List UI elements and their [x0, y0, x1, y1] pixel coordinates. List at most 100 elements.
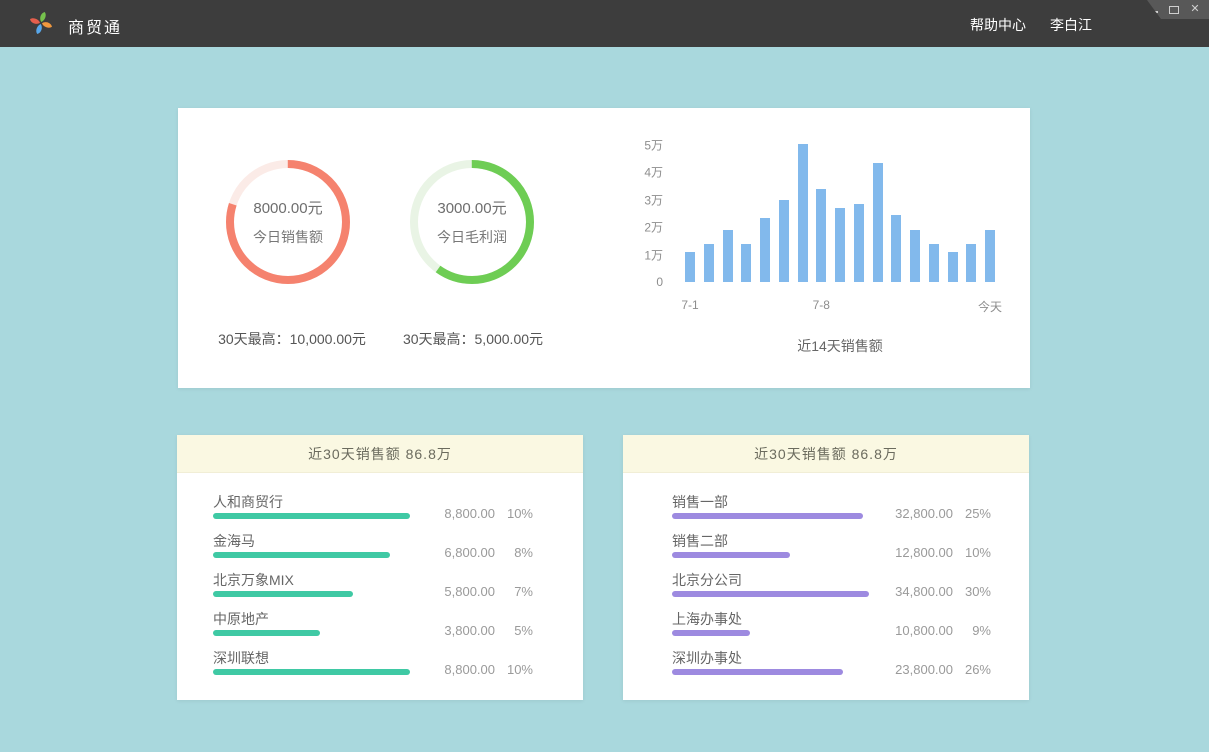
item-label: 销售二部 — [672, 531, 728, 551]
pinwheel-logo-icon — [27, 9, 55, 37]
item-value: 8,800.0010% — [423, 506, 533, 521]
bar — [891, 215, 901, 282]
item-amount: 6,800.00 — [423, 545, 495, 560]
item-label: 北京万象MIX — [213, 570, 294, 590]
bar — [741, 244, 751, 282]
maximize-button[interactable] — [1168, 4, 1180, 16]
close-icon: ✕ — [1190, 4, 1199, 15]
y-tick-label: 5万 — [644, 137, 663, 154]
bar — [985, 230, 995, 282]
item-label: 中原地产 — [213, 609, 269, 629]
item-percent: 10% — [495, 662, 533, 677]
donut-center-text: 3000.00元 今日毛利润 — [422, 172, 522, 272]
y-tick-label: 0 — [656, 275, 663, 289]
item-value: 23,800.0026% — [881, 662, 991, 677]
list-item: 销售一部 32,800.0025% — [623, 489, 1029, 528]
list-item: 中原地产 3,800.005% — [177, 606, 583, 645]
item-bar — [213, 513, 410, 519]
item-value: 8,800.0010% — [423, 662, 533, 677]
bar — [760, 218, 770, 282]
list-item: 销售二部 12,800.0010% — [623, 528, 1029, 567]
item-value: 12,800.0010% — [881, 545, 991, 560]
item-bar — [213, 591, 353, 597]
item-bar — [213, 552, 390, 558]
item-amount: 8,800.00 — [423, 662, 495, 677]
bar — [816, 189, 826, 282]
minimize-icon — [1148, 11, 1158, 13]
item-label: 深圳办事处 — [672, 648, 742, 668]
maximize-icon — [1169, 6, 1179, 14]
item-bar — [672, 591, 869, 597]
y-tick-label: 4万 — [644, 164, 663, 181]
item-bar — [672, 669, 843, 675]
user-name-link[interactable]: 李白江 — [1050, 15, 1092, 35]
sales-30d-customers-card: 近30天销售额 86.8万 人和商贸行8,800.0010%金海马6,800.0… — [177, 435, 583, 700]
customers-card-title: 近30天销售额 86.8万 — [177, 435, 583, 473]
item-amount: 34,800.00 — [881, 584, 953, 599]
item-percent: 5% — [495, 623, 533, 638]
donut-center-text: 8000.00元 今日销售额 — [238, 172, 338, 272]
bar — [685, 252, 695, 282]
x-tick-label: 今天 — [978, 298, 1002, 315]
item-amount: 5,800.00 — [423, 584, 495, 599]
item-bar — [213, 669, 410, 675]
departments-list: 销售一部 32,800.0025% 销售二部 12,800.0010% 北京分公司 34,… — [623, 473, 1029, 684]
x-tick-label: 7-1 — [681, 298, 698, 312]
item-value: 6,800.008% — [423, 545, 533, 560]
today-sales-label: 今日销售额 — [253, 227, 323, 247]
bar — [873, 163, 883, 282]
help-center-link[interactable]: 帮助中心 — [970, 15, 1026, 35]
bar-chart-caption: 近14天销售额 — [685, 336, 995, 356]
close-button[interactable]: ✕ — [1189, 4, 1201, 16]
today-profit-30d-max: 30天最高：5,000.00元 — [363, 329, 583, 349]
today-profit-donut: 3000.00元 今日毛利润 — [410, 160, 534, 284]
app-title: 商贸通 — [68, 14, 122, 38]
item-amount: 3,800.00 — [423, 623, 495, 638]
minimize-button[interactable] — [1147, 4, 1159, 16]
list-item: 人和商贸行 8,800.0010% — [177, 489, 583, 528]
y-tick-label: 3万 — [644, 191, 663, 208]
bar — [798, 144, 808, 282]
bar-chart-x-axis: 7-17-8今天 — [685, 298, 995, 314]
bar — [704, 244, 714, 282]
item-value: 34,800.0030% — [881, 584, 991, 599]
item-bar — [672, 630, 750, 636]
customers-list: 人和商贸行8,800.0010%金海马6,800.008%北京万象MIX5,80… — [177, 473, 583, 684]
item-percent: 10% — [953, 545, 991, 560]
sales-30d-departments-card: 近30天销售额 86.8万 销售一部32,800.0025%销售二部12,800… — [623, 435, 1029, 700]
item-percent: 9% — [953, 623, 991, 638]
list-item: 上海办事处10,800.009% — [623, 606, 1029, 645]
item-percent: 30% — [953, 584, 991, 599]
window-controls: ✕ — [1147, 0, 1209, 19]
item-amount: 32,800.00 — [881, 506, 953, 521]
item-percent: 8% — [495, 545, 533, 560]
item-label: 深圳联想 — [213, 648, 269, 668]
topbar-nav: 帮助中心 李白江 — [970, 15, 1092, 35]
item-percent: 10% — [495, 506, 533, 521]
item-label: 销售一部 — [672, 492, 728, 512]
today-sales-value: 8000.00元 — [253, 197, 322, 218]
item-value: 5,800.007% — [423, 584, 533, 599]
bar — [929, 244, 939, 282]
item-amount: 12,800.00 — [881, 545, 953, 560]
topbar: 商贸通 帮助中心 李白江 ✕ — [0, 0, 1209, 47]
today-sales-donut: 8000.00元 今日销售额 — [226, 160, 350, 284]
item-label: 人和商贸行 — [213, 492, 283, 512]
item-label: 上海办事处 — [672, 609, 742, 629]
item-percent: 25% — [953, 506, 991, 521]
bar-chart-bars — [685, 145, 995, 282]
sales-14d-bar-chart: 5万4万3万2万1万0 7-17-8今天 近14天销售额 — [630, 145, 995, 345]
item-value: 3,800.005% — [423, 623, 533, 638]
item-label: 北京分公司 — [672, 570, 742, 590]
item-bar — [213, 630, 320, 636]
item-amount: 23,800.00 — [881, 662, 953, 677]
y-tick-label: 2万 — [644, 219, 663, 236]
today-profit-label: 今日毛利润 — [437, 227, 507, 247]
list-item: 金海马 6,800.008% — [177, 528, 583, 567]
x-tick-label: 7-8 — [813, 298, 830, 312]
item-bar — [672, 513, 863, 519]
item-percent: 26% — [953, 662, 991, 677]
item-label: 金海马 — [213, 531, 255, 551]
item-percent: 7% — [495, 584, 533, 599]
list-item: 深圳联想 8,800.0010% — [177, 645, 583, 684]
